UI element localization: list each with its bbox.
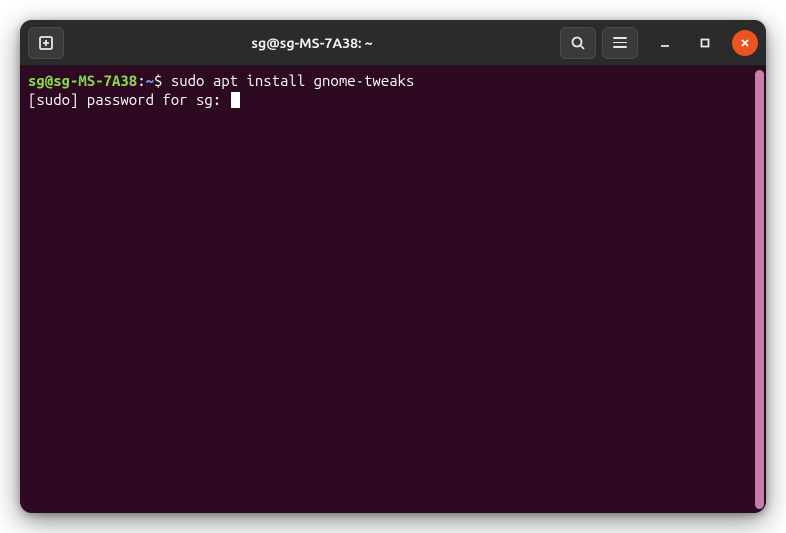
minimize-icon <box>660 38 670 48</box>
output-line: [sudo] password for sg: <box>28 91 758 110</box>
terminal-body[interactable]: sg@sg-MS-7A38:~$ sudo apt install gnome-… <box>20 66 766 513</box>
prompt-symbol: $ <box>154 72 171 89</box>
text-cursor <box>231 92 240 108</box>
hamburger-icon <box>613 37 627 47</box>
terminal-window: sg@sg-MS-7A38: ~ <box>20 20 766 513</box>
scrollbar[interactable] <box>755 70 764 509</box>
menu-button[interactable] <box>602 27 638 59</box>
search-icon <box>570 35 586 51</box>
prompt-line: sg@sg-MS-7A38:~$ sudo apt install gnome-… <box>28 72 758 91</box>
minimize-button[interactable] <box>652 30 678 56</box>
titlebar: sg@sg-MS-7A38: ~ <box>20 20 766 66</box>
close-icon <box>740 38 750 48</box>
command-text: sudo apt install gnome-tweaks <box>171 72 415 89</box>
window-title: sg@sg-MS-7A38: ~ <box>70 35 554 51</box>
titlebar-right-controls <box>560 27 758 59</box>
prompt-path: ~ <box>146 72 154 89</box>
maximize-icon <box>700 38 710 48</box>
new-tab-icon <box>38 35 54 51</box>
sudo-password-prompt: [sudo] password for sg: <box>28 91 230 108</box>
maximize-button[interactable] <box>692 30 718 56</box>
search-button[interactable] <box>560 27 596 59</box>
prompt-user-host: sg@sg-MS-7A38 <box>28 72 137 89</box>
prompt-separator: : <box>137 72 145 89</box>
new-tab-button[interactable] <box>28 27 64 59</box>
close-button[interactable] <box>732 30 758 56</box>
